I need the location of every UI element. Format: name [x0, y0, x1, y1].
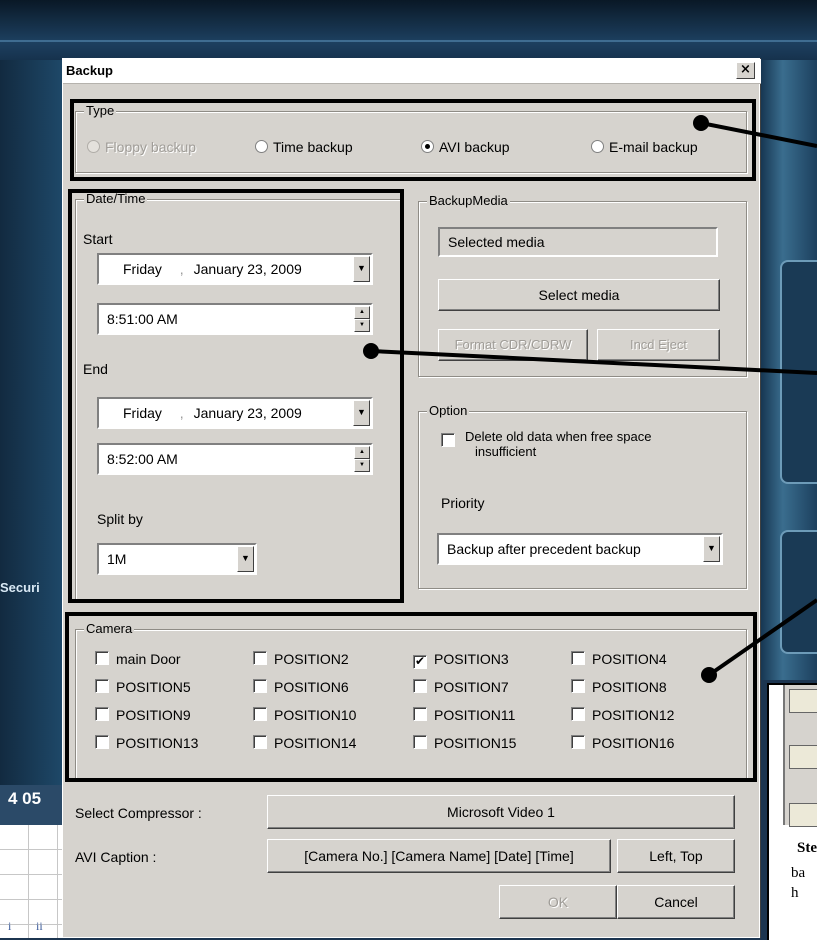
callout-line [700, 121, 817, 148]
callout-line [707, 598, 817, 677]
callout-line [370, 349, 817, 375]
callout-lines [370, 121, 817, 677]
